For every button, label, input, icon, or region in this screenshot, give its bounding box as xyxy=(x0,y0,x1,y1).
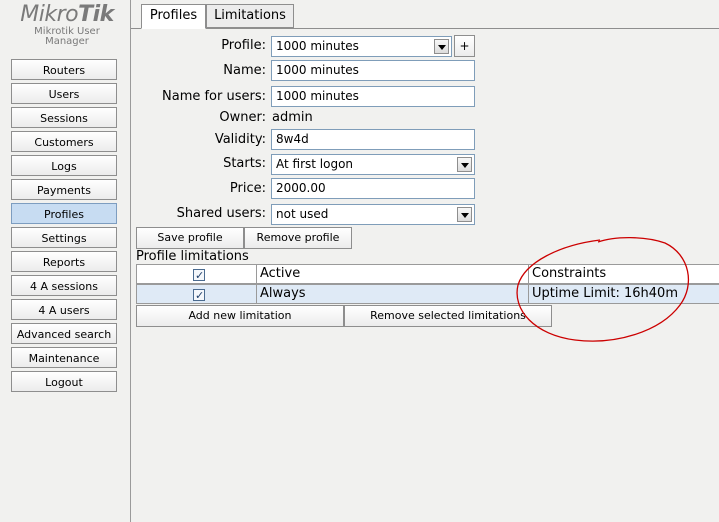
tab-limitations[interactable]: Limitations xyxy=(206,4,294,28)
row-checkbox[interactable] xyxy=(193,287,205,303)
save-profile-button[interactable]: Save profile xyxy=(136,227,244,249)
sidebar-item-maintenance[interactable]: Maintenance xyxy=(11,347,117,368)
header-name: Active xyxy=(256,264,529,284)
sidebar-item-profiles[interactable]: Profiles xyxy=(11,203,117,224)
sidebar-item-routers[interactable]: Routers xyxy=(11,59,117,80)
select-all-checkbox[interactable] xyxy=(193,267,205,283)
add-new-limitation-button[interactable]: Add new limitation xyxy=(136,305,344,327)
sidebar-item-logout[interactable]: Logout xyxy=(11,371,117,392)
sidebar: MikroTik Mikrotik User Manager Routers U… xyxy=(0,0,131,522)
row-check-cell xyxy=(136,284,257,304)
sidebar-item-payments[interactable]: Payments xyxy=(11,179,117,200)
tab-divider xyxy=(131,28,719,29)
sidebar-item-sessions[interactable]: Sessions xyxy=(11,107,117,128)
price-field[interactable]: 2000.00 xyxy=(271,178,475,199)
logo-subtitle: Mikrotik User Manager xyxy=(34,26,100,47)
limitations-header-row: Active Constraints xyxy=(136,264,719,284)
sidebar-item-4a-users[interactable]: 4 A users xyxy=(11,299,117,320)
remove-selected-limitations-button[interactable]: Remove selected limitations xyxy=(344,305,552,327)
sidebar-item-customers[interactable]: Customers xyxy=(11,131,117,152)
row-name: Always xyxy=(256,284,529,304)
sidebar-item-users[interactable]: Users xyxy=(11,83,117,104)
name-label: Name: xyxy=(223,63,266,78)
shared-users-label: Shared users: xyxy=(176,206,266,221)
owner-label: Owner: xyxy=(219,110,266,125)
name-for-users-field[interactable]: 1000 minutes xyxy=(271,86,475,107)
header-check-cell xyxy=(136,264,257,284)
owner-value: admin xyxy=(272,110,313,125)
price-label: Price: xyxy=(229,181,266,196)
sidebar-item-4a-sessions[interactable]: 4 A sessions xyxy=(11,275,117,296)
mikrotik-logo: MikroTik Mikrotik User Manager xyxy=(12,2,122,47)
row-constraints: Uptime Limit: 16h40m xyxy=(528,284,719,304)
sidebar-item-settings[interactable]: Settings xyxy=(11,227,117,248)
profile-label: Profile: xyxy=(221,38,266,53)
remove-profile-button[interactable]: Remove profile xyxy=(244,227,352,249)
profile-select[interactable]: 1000 minutes xyxy=(271,36,452,57)
header-constraints: Constraints xyxy=(528,264,719,284)
shared-users-select[interactable]: not used xyxy=(271,204,475,225)
sidebar-item-logs[interactable]: Logs xyxy=(11,155,117,176)
add-profile-button[interactable]: + xyxy=(454,35,475,57)
tab-profiles[interactable]: Profiles xyxy=(141,4,206,29)
sidebar-item-advanced-search[interactable]: Advanced search xyxy=(11,323,117,344)
name-for-users-label: Name for users: xyxy=(162,89,266,104)
validity-label: Validity: xyxy=(214,132,266,147)
sidebar-item-reports[interactable]: Reports xyxy=(11,251,117,272)
chevron-down-icon xyxy=(457,157,472,172)
validity-field[interactable]: 8w4d xyxy=(271,129,475,150)
chevron-down-icon xyxy=(457,207,472,222)
starts-select[interactable]: At first logon xyxy=(271,154,475,175)
starts-label: Starts: xyxy=(223,156,266,171)
table-row[interactable]: Always Uptime Limit: 16h40m xyxy=(136,284,719,304)
chevron-down-icon xyxy=(434,39,449,54)
name-field[interactable]: 1000 minutes xyxy=(271,60,475,81)
